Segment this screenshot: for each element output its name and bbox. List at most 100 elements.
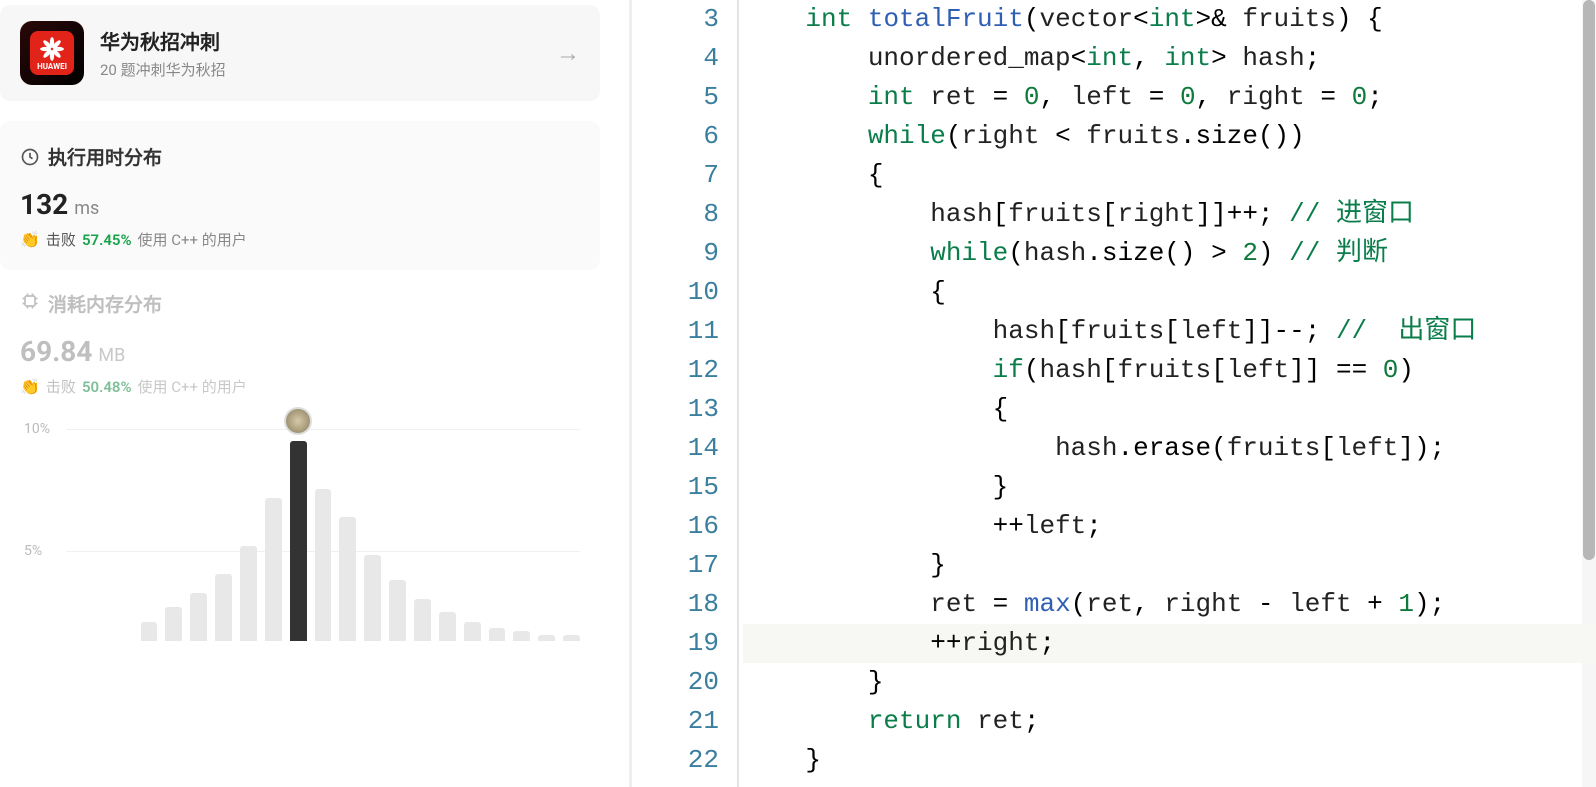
line-number: 9	[632, 234, 719, 273]
promo-card[interactable]: HUAWEI 华为秋招冲刺 20 题冲刺华为秋招 →	[0, 5, 600, 101]
line-number: 21	[632, 702, 719, 741]
chart-bar[interactable]	[290, 441, 307, 641]
line-number: 6	[632, 117, 719, 156]
line-number: 5	[632, 78, 719, 117]
chart-bar-inner	[414, 599, 431, 641]
chart-bar[interactable]	[489, 628, 506, 641]
code-line[interactable]: {	[743, 156, 1596, 195]
line-number: 20	[632, 663, 719, 702]
chart-y-tick: 10%	[24, 421, 50, 437]
code-line[interactable]: int ret = 0, left = 0, right = 0;	[743, 78, 1596, 117]
memory-unit: MB	[98, 345, 125, 366]
runtime-header-text: 执行用时分布	[48, 143, 162, 170]
chart-bar[interactable]	[190, 593, 207, 641]
line-number: 16	[632, 507, 719, 546]
chart-bar[interactable]	[315, 489, 332, 641]
promo-subtitle: 20 题冲刺华为秋招	[100, 59, 540, 80]
chart-bar-inner	[563, 635, 580, 641]
user-avatar	[284, 407, 312, 435]
runtime-stats-card[interactable]: 执行用时分布 132 ms 👏 击败 57.45% 使用 C++ 的用户	[0, 121, 600, 270]
code-line[interactable]: }	[743, 663, 1596, 702]
runtime-header: 执行用时分布	[20, 143, 580, 170]
code-line[interactable]: hash.erase(fruits[left]);	[743, 429, 1596, 468]
code-line[interactable]: hash[fruits[left]]--; // 出窗口	[743, 312, 1596, 351]
chip-icon	[20, 291, 40, 316]
chart-bar[interactable]	[464, 622, 481, 641]
chart-bar[interactable]	[364, 555, 381, 641]
promo-logo-text: HUAWEI	[37, 62, 67, 71]
chart-bar-inner	[439, 612, 456, 641]
chart-bar[interactable]	[141, 622, 158, 641]
chart-bar-inner	[165, 607, 182, 641]
chart-y-tick: 5%	[24, 543, 42, 559]
chart-bar-inner	[240, 546, 257, 641]
chart-bar-inner	[339, 517, 356, 641]
chart-bar[interactable]	[414, 599, 431, 641]
chart-bar-inner	[141, 622, 158, 641]
chart-bar[interactable]	[513, 631, 530, 641]
line-number: 8	[632, 195, 719, 234]
code-line[interactable]: while(right < fruits.size())	[743, 117, 1596, 156]
chart-bar-inner	[538, 635, 555, 641]
chart-bar-inner	[389, 580, 406, 641]
chart-bar-inner	[315, 489, 332, 641]
memory-distribution-chart[interactable]: 10% 5%	[20, 421, 580, 641]
runtime-value-row: 132 ms	[20, 188, 580, 221]
line-number: 11	[632, 312, 719, 351]
code-line[interactable]: int totalFruit(vector<int>& fruits) {	[743, 0, 1596, 39]
chart-bar-inner	[489, 628, 506, 641]
code-line[interactable]: }	[743, 468, 1596, 507]
memory-header-text: 消耗内存分布	[48, 290, 162, 317]
chart-bar[interactable]	[389, 580, 406, 641]
code-line[interactable]: unordered_map<int, int> hash;	[743, 39, 1596, 78]
chart-bars	[66, 441, 580, 641]
chart-gridline	[66, 429, 580, 430]
chart-bar[interactable]	[215, 574, 232, 641]
chart-bar[interactable]	[339, 517, 356, 641]
memory-value: 69.84	[20, 335, 92, 368]
line-number: 12	[632, 351, 719, 390]
code-line[interactable]: if(hash[fruits[left]] == 0)	[743, 351, 1596, 390]
chart-bar[interactable]	[265, 498, 282, 641]
chart-bar[interactable]	[240, 546, 257, 641]
chart-bar[interactable]	[538, 635, 555, 641]
huawei-logo-icon: HUAWEI	[30, 31, 74, 75]
memory-stats-section[interactable]: 消耗内存分布 69.84 MB 👏 击败 50.48% 使用 C++ 的用户 1…	[0, 290, 600, 641]
memory-beat-label: 击败	[46, 376, 76, 397]
code-line[interactable]: {	[743, 273, 1596, 312]
left-stats-panel: HUAWEI 华为秋招冲刺 20 题冲刺华为秋招 → 执行用时分布 132 ms…	[0, 0, 615, 787]
code-content[interactable]: int totalFruit(vector<int>& fruits) { un…	[739, 0, 1596, 787]
code-editor[interactable]: 345678910111213141516171819202122 int to…	[632, 0, 1596, 787]
code-line[interactable]: while(hash.size() > 2) // 判断	[743, 234, 1596, 273]
line-number: 7	[632, 156, 719, 195]
runtime-value: 132	[20, 188, 68, 221]
promo-text: 华为秋招冲刺 20 题冲刺华为秋招	[100, 26, 540, 80]
chart-bar[interactable]	[165, 607, 182, 641]
code-line[interactable]: hash[fruits[right]]++; // 进窗口	[743, 195, 1596, 234]
arrow-right-icon: →	[556, 39, 580, 68]
chart-bar[interactable]	[439, 612, 456, 641]
line-number: 22	[632, 741, 719, 780]
code-line[interactable]: }	[743, 546, 1596, 585]
line-number: 17	[632, 546, 719, 585]
memory-suffix: 使用 C++ 的用户	[138, 376, 247, 397]
line-number: 15	[632, 468, 719, 507]
code-line[interactable]: ++right;	[743, 624, 1596, 663]
code-line[interactable]: ret = max(ret, right - left + 1);	[743, 585, 1596, 624]
line-number: 14	[632, 429, 719, 468]
runtime-suffix: 使用 C++ 的用户	[138, 229, 247, 250]
chart-bar-inner	[464, 622, 481, 641]
memory-header: 消耗内存分布	[20, 290, 580, 317]
runtime-detail: 👏 击败 57.45% 使用 C++ 的用户	[20, 229, 580, 250]
memory-detail: 👏 击败 50.48% 使用 C++ 的用户	[20, 376, 580, 397]
chart-bar[interactable]	[563, 635, 580, 641]
code-line[interactable]: {	[743, 390, 1596, 429]
memory-percent: 50.48%	[82, 378, 132, 396]
clock-icon	[20, 147, 40, 167]
chart-bar-inner	[215, 574, 232, 641]
code-line[interactable]: ++left;	[743, 507, 1596, 546]
code-line[interactable]: return ret;	[743, 702, 1596, 741]
chart-bar-inner	[190, 593, 207, 641]
code-line[interactable]: }	[743, 741, 1596, 780]
line-number: 4	[632, 39, 719, 78]
